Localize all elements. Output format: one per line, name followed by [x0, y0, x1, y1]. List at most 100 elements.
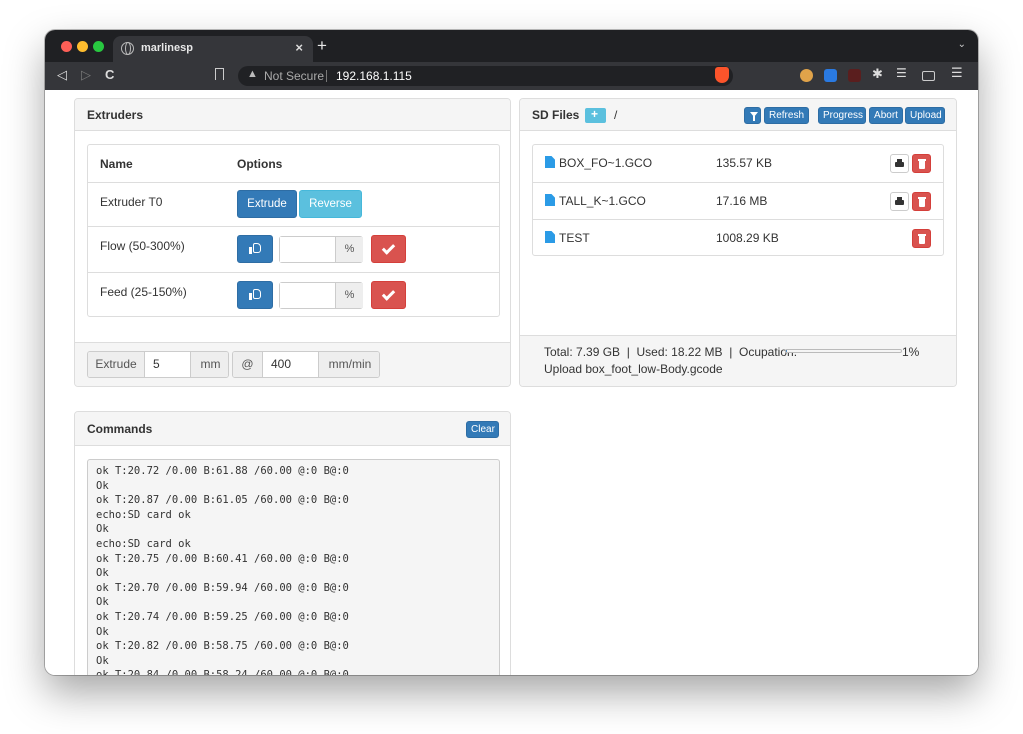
file-name[interactable]: TEST	[559, 231, 590, 245]
file-name[interactable]: BOX_FO~1.GCO	[559, 156, 652, 170]
tab-close-button[interactable]: ×	[295, 40, 303, 55]
upload-status: Upload box_foot_low-Body.gcode	[544, 362, 723, 376]
file-row[interactable]: TALL_K~1.GCO 17.16 MB	[533, 182, 943, 219]
sd-files-footer: Total: 7.39 GB | Used: 18.22 MB | Ocupat…	[520, 335, 956, 386]
checkmark-icon	[381, 287, 396, 301]
commands-panel: Commands Clear ok T:20.72 /0.00 B:61.88 …	[74, 411, 511, 675]
file-size: 135.57 KB	[716, 156, 773, 170]
new-tab-button[interactable]: +	[317, 36, 327, 56]
console-line: Ok	[96, 654, 109, 667]
menu-icon[interactable]: ☰	[951, 65, 963, 81]
browser-window: marlinesp × + ⌄ ◁ ▷ C ▲ Not Secure 192.1…	[45, 30, 978, 675]
file-name[interactable]: TALL_K~1.GCO	[559, 194, 646, 208]
minimize-window-button[interactable]	[77, 41, 88, 52]
tab-bar: marlinesp × + ⌄	[45, 30, 978, 62]
refresh-button[interactable]: Refresh	[764, 107, 809, 124]
file-row[interactable]: TEST 1008.29 KB	[533, 219, 943, 256]
security-label[interactable]: Not Secure	[264, 69, 324, 83]
delete-button[interactable]	[912, 229, 931, 248]
extrude-speed-unit: mm/min	[318, 352, 379, 377]
file-size: 17.16 MB	[716, 194, 768, 208]
url-text[interactable]: 192.168.1.115	[336, 69, 412, 83]
feed-input-group: %	[279, 282, 363, 309]
wallet-icon[interactable]	[922, 71, 935, 81]
abort-button[interactable]: Abort	[869, 107, 903, 124]
print-button[interactable]	[890, 192, 909, 211]
sd-storage-stats: Total: 7.39 GB | Used: 18.22 MB | Ocupat…	[544, 345, 798, 359]
extrude-distance-unit: mm	[190, 352, 228, 377]
close-window-button[interactable]	[61, 41, 72, 52]
flow-set-default-button[interactable]	[237, 235, 273, 263]
extrude-speed-input[interactable]: 400	[263, 352, 318, 377]
feed-set-default-button[interactable]	[237, 281, 273, 309]
delete-button[interactable]	[912, 154, 931, 173]
filter-icon	[750, 112, 758, 121]
flow-row: Flow (50-300%) %	[88, 226, 499, 272]
console-line: ok T:20.72 /0.00 B:61.88 /60.00 @:0 B@:0	[96, 465, 349, 477]
command-console[interactable]: ok T:20.72 /0.00 B:61.88 /60.00 @:0 B@:0…	[87, 459, 500, 675]
console-line: Ok	[96, 596, 109, 609]
occupation-percent: 1%	[902, 345, 920, 359]
feed-row: Feed (25-150%) %	[88, 272, 499, 318]
file-icon	[545, 156, 555, 168]
commands-title: Commands	[87, 422, 153, 436]
new-folder-button[interactable]	[585, 107, 606, 123]
sd-files-heading: SD Files / Refresh Progress Abort Upload	[520, 99, 956, 131]
filter-button[interactable]	[744, 107, 761, 124]
extension-j-icon[interactable]	[824, 69, 837, 82]
extrude-distance-input[interactable]: 5	[145, 352, 190, 377]
extruders-panel: Extruders Name Options Extruder T0 Extru…	[74, 98, 511, 387]
console-line: ok T:20.70 /0.00 B:59.94 /60.00 @:0 B@:0	[96, 581, 349, 594]
extrude-distance-label: Extrude	[88, 352, 145, 377]
console-line: Ok	[96, 625, 109, 638]
flow-input[interactable]	[280, 237, 335, 262]
extrude-button[interactable]: Extrude	[237, 190, 297, 218]
flow-apply-button[interactable]	[371, 235, 406, 263]
progress-button[interactable]: Progress	[818, 107, 866, 124]
browser-toolbar: ◁ ▷ C ▲ Not Secure 192.168.1.115 ✱ ☰ ☰	[45, 62, 978, 90]
extrude-speed-group: @ 400 mm/min	[232, 351, 380, 378]
file-row[interactable]: BOX_FO~1.GCO 135.57 KB	[533, 145, 943, 182]
extrude-speed-at-label: @	[233, 352, 263, 377]
address-separator	[326, 70, 327, 82]
thumbs-up-icon	[249, 289, 262, 300]
playlist-icon[interactable]: ☰	[896, 66, 907, 80]
extension-dark-icon[interactable]	[848, 69, 861, 82]
address-bar[interactable]: ▲ Not Secure 192.168.1.115	[238, 66, 733, 86]
console-line: ok T:20.84 /0.00 B:58.24 /60.00 @:0 B@:0	[96, 668, 491, 675]
delete-button[interactable]	[912, 192, 931, 211]
print-button[interactable]	[890, 154, 909, 173]
occupation-progress-bar	[785, 349, 902, 353]
reload-button[interactable]: C	[105, 67, 114, 82]
tab-search-button[interactable]: ⌄	[958, 39, 966, 50]
extruders-heading: Extruders	[75, 99, 510, 131]
sd-files-title: SD Files	[532, 108, 580, 122]
brave-shield-icon[interactable]	[715, 67, 729, 83]
console-line: ok T:20.87 /0.00 B:61.05 /60.00 @:0 B@:0	[96, 494, 349, 507]
reverse-button[interactable]: Reverse	[299, 190, 362, 218]
name-column-header: Name	[100, 157, 133, 171]
feed-unit: %	[335, 283, 363, 308]
browser-tab[interactable]: marlinesp ×	[113, 36, 313, 62]
file-icon	[545, 194, 555, 206]
console-line: ok T:20.82 /0.00 B:58.75 /60.00 @:0 B@:0	[96, 640, 349, 653]
extension-avatar-icon[interactable]	[800, 69, 813, 82]
warning-icon: ▲	[247, 68, 258, 80]
extruders-table: Name Options Extruder T0 Extrude Reverse…	[87, 144, 500, 317]
extrude-distance-group: Extrude 5 mm	[87, 351, 229, 378]
feed-apply-button[interactable]	[371, 281, 406, 309]
flow-unit: %	[335, 237, 363, 262]
feed-input[interactable]	[280, 283, 335, 308]
console-line: ok T:20.74 /0.00 B:59.25 /60.00 @:0 B@:0	[96, 610, 349, 623]
upload-button[interactable]: Upload	[905, 107, 945, 124]
bookmark-icon[interactable]	[215, 68, 224, 80]
forward-button[interactable]: ▷	[81, 67, 91, 83]
back-button[interactable]: ◁	[57, 67, 67, 83]
sd-file-list: BOX_FO~1.GCO 135.57 KB TALL_K~1.GCO 17.1…	[532, 144, 944, 256]
flow-input-group: %	[279, 236, 363, 263]
zoom-window-button[interactable]	[93, 41, 104, 52]
file-size: 1008.29 KB	[716, 231, 779, 245]
console-line: ok T:20.75 /0.00 B:60.41 /60.00 @:0 B@:0	[96, 552, 349, 565]
extension-icon[interactable]: ✱	[872, 66, 883, 82]
clear-button[interactable]: Clear	[466, 421, 499, 438]
